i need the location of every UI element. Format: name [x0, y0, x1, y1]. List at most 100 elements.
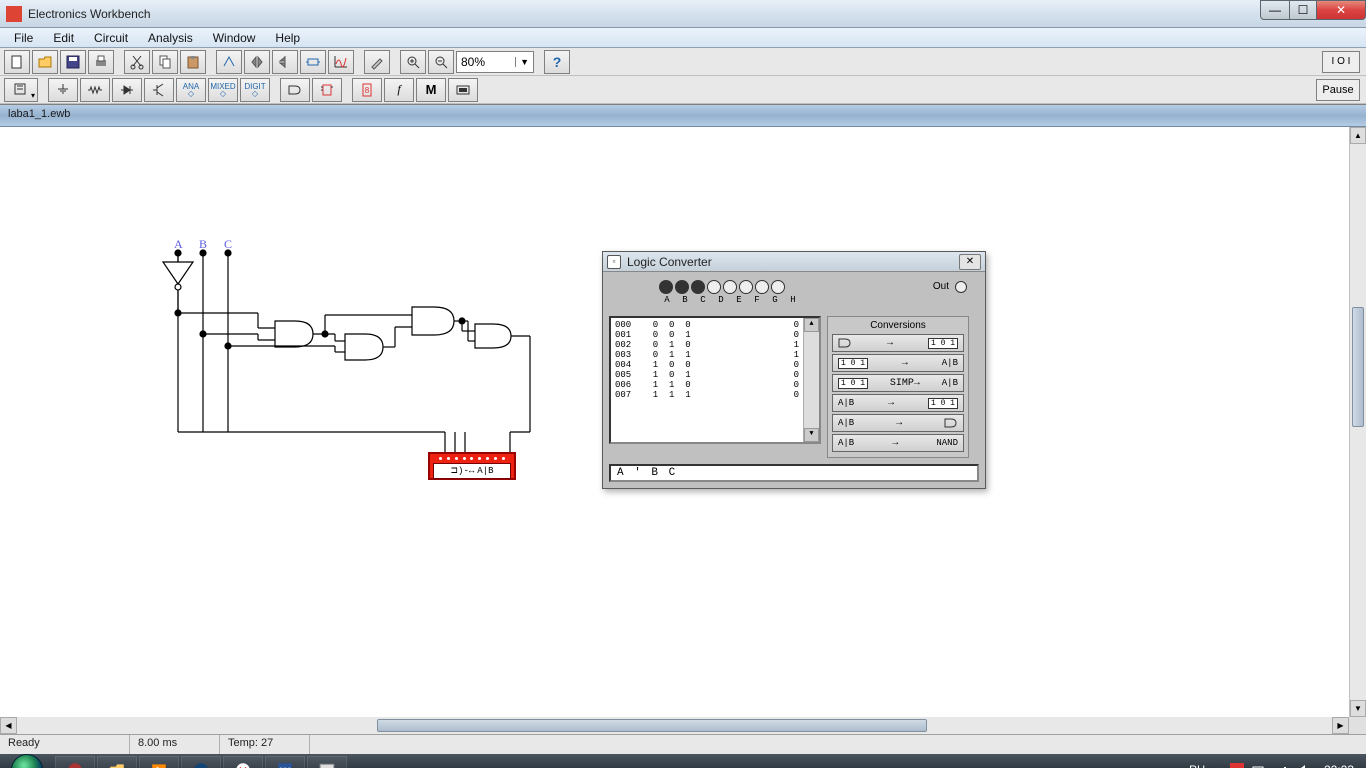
instruments-bin[interactable] [448, 78, 478, 102]
gate-icon: ⊐)-↔ [451, 466, 475, 476]
mixed-bin[interactable]: MIXED◇ [208, 78, 238, 102]
zoom-out-button[interactable] [428, 50, 454, 74]
lc-conversion-button-2[interactable]: 1 0 1→A|B [832, 354, 964, 372]
scroll-down-icon[interactable]: ▼ [804, 428, 819, 442]
taskbar-item-explorer[interactable] [97, 756, 137, 768]
tray-flag-icon[interactable] [1230, 763, 1244, 768]
menu-file[interactable]: File [4, 29, 43, 47]
menu-analysis[interactable]: Analysis [138, 29, 203, 47]
lc-input-terminals: ABCDEFGH Out [609, 278, 979, 298]
taskbar-item-word[interactable]: W [265, 756, 305, 768]
close-button[interactable]: ✕ [1316, 0, 1366, 20]
menu-circuit[interactable]: Circuit [84, 29, 138, 47]
lc-truth-table[interactable]: 000 0 0 0 001 0 0 1 002 0 1 0 003 0 1 1 … [609, 316, 821, 444]
flip-v-button[interactable] [272, 50, 298, 74]
paste-button[interactable] [180, 50, 206, 74]
func-bin[interactable]: f [384, 78, 414, 102]
graph-button[interactable] [328, 50, 354, 74]
save-button[interactable] [60, 50, 86, 74]
lc-tt-scrollbar[interactable]: ▲▼ [803, 318, 819, 442]
tray-battery-icon[interactable] [1252, 763, 1266, 768]
lc-dialog-close-button[interactable]: ✕ [959, 254, 981, 270]
copy-button[interactable] [152, 50, 178, 74]
minimize-button[interactable]: — [1260, 0, 1290, 20]
help-button[interactable]: ? [544, 50, 570, 74]
digital-bin[interactable]: DIGIT◇ [240, 78, 270, 102]
taskbar-item-browser[interactable]: Y [223, 756, 263, 768]
start-button[interactable] [0, 754, 54, 768]
scroll-down-icon[interactable]: ▼ [1350, 700, 1366, 717]
tray-volume-icon[interactable] [1296, 763, 1310, 768]
window-controls: — ☐ ✕ [1261, 0, 1366, 20]
taskbar-item-1[interactable] [55, 756, 95, 768]
lc-terminal-out[interactable] [955, 281, 967, 293]
lc-conversion-button-3[interactable]: 1 0 1SIMP→A|B [832, 374, 964, 392]
new-button[interactable] [4, 50, 30, 74]
print-button[interactable] [88, 50, 114, 74]
circuit-canvas[interactable]: A B C [0, 127, 1366, 717]
ground-bin[interactable] [48, 78, 78, 102]
lc-conversion-button-6[interactable]: A|B→NAND [832, 434, 964, 452]
tray-clock[interactable]: 22:23 [1318, 763, 1360, 768]
probe-button[interactable] [364, 50, 390, 74]
open-button[interactable] [32, 50, 58, 74]
analog-bin[interactable]: ANA◇ [176, 78, 206, 102]
flip-h-button[interactable] [244, 50, 270, 74]
maximize-button[interactable]: ☐ [1289, 0, 1317, 20]
lc-expression-field[interactable]: A ' B C [609, 464, 979, 482]
circuit-schematic [0, 127, 560, 467]
sources-bin[interactable] [4, 78, 38, 102]
lc-conversion-button-5[interactable]: A|B→ [832, 414, 964, 432]
transistor-bin[interactable] [144, 78, 174, 102]
lc-terminal-f[interactable] [739, 280, 753, 294]
diode-bin[interactable] [112, 78, 142, 102]
gates-bin[interactable] [280, 78, 310, 102]
lc-conversion-button-4[interactable]: A|B→1 0 1 [832, 394, 964, 412]
lc-terminal-labels: ABCDEFGH [659, 295, 801, 305]
lc-dialog-titlebar[interactable]: ▫ Logic Converter ✕ [603, 252, 985, 272]
lc-terminal-a[interactable] [659, 280, 673, 294]
ic-bin[interactable] [312, 78, 342, 102]
lc-terminal-b[interactable] [675, 280, 689, 294]
resistor-bin[interactable] [80, 78, 110, 102]
scroll-up-icon[interactable]: ▲ [804, 318, 819, 332]
canvas-vertical-scrollbar[interactable]: ▲ ▼ [1349, 127, 1366, 717]
toolbar-row-1: 80%▼ ? I O I [0, 48, 1366, 76]
vscroll-thumb[interactable] [1352, 307, 1364, 427]
misc-bin[interactable]: M [416, 78, 446, 102]
display-bin[interactable]: 8 [352, 78, 382, 102]
menu-help[interactable]: Help [265, 29, 310, 47]
menu-window[interactable]: Window [203, 29, 266, 47]
canvas-horizontal-scrollbar[interactable]: ◀ ▶ [0, 717, 1366, 734]
menu-edit[interactable]: Edit [43, 29, 84, 47]
windows-taskbar[interactable]: Y W RU ▲ 22:23 [0, 754, 1366, 768]
power-switch[interactable]: I O I [1322, 51, 1360, 73]
scroll-left-icon[interactable]: ◀ [0, 717, 17, 734]
zoom-in-button[interactable] [400, 50, 426, 74]
logic-converter-component[interactable]: ⊐)-↔ A|B [428, 452, 516, 480]
taskbar-item-media[interactable] [139, 756, 179, 768]
lc-terminal-g[interactable] [755, 280, 769, 294]
lc-conversion-button-1[interactable]: →1 0 1 [832, 334, 964, 352]
lc-component-label: A|B [477, 466, 493, 476]
scroll-right-icon[interactable]: ▶ [1332, 717, 1349, 734]
status-temp: Temp: 27 [220, 735, 310, 754]
subcircuit-button[interactable] [300, 50, 326, 74]
cut-button[interactable] [124, 50, 150, 74]
taskbar-item-4[interactable] [181, 756, 221, 768]
rotate-button[interactable] [216, 50, 242, 74]
zoom-select[interactable]: 80%▼ [456, 51, 534, 73]
tray-lang[interactable]: RU [1189, 764, 1205, 768]
pause-button[interactable]: Pause [1316, 79, 1360, 101]
hscroll-thumb[interactable] [377, 719, 927, 732]
lc-terminal-d[interactable] [707, 280, 721, 294]
logic-converter-dialog[interactable]: ▫ Logic Converter ✕ ABCDEFGH Out [602, 251, 986, 489]
scroll-up-icon[interactable]: ▲ [1350, 127, 1366, 144]
status-time: 8.00 ms [130, 735, 220, 754]
lc-terminal-h[interactable] [771, 280, 785, 294]
lc-terminal-e[interactable] [723, 280, 737, 294]
tray-network-icon[interactable] [1274, 763, 1288, 768]
svg-text:8: 8 [365, 86, 370, 95]
lc-terminal-c[interactable] [691, 280, 705, 294]
taskbar-item-app[interactable] [307, 756, 347, 768]
